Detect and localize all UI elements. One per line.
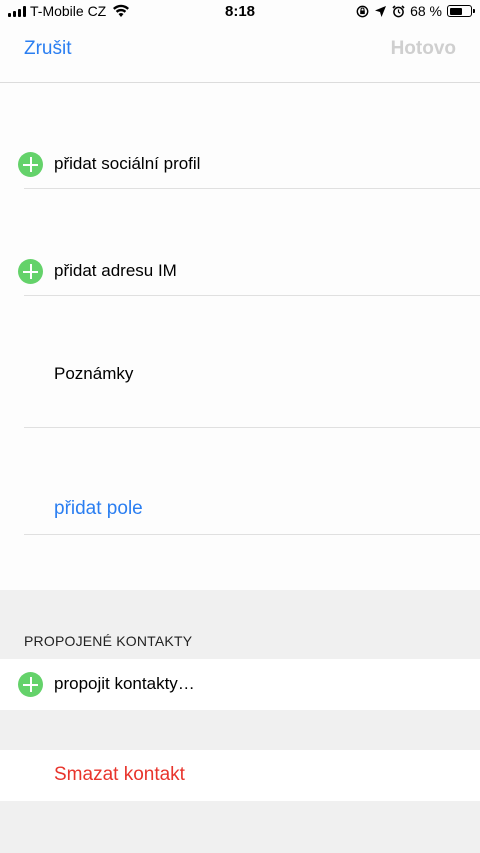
row-divider	[24, 427, 480, 428]
done-button[interactable]: Hotovo	[391, 38, 456, 60]
location-icon	[375, 5, 387, 17]
add-icon[interactable]	[18, 672, 43, 697]
row-divider	[24, 534, 480, 535]
row-divider	[24, 295, 480, 296]
status-bar: T-Mobile CZ 8:18 68 %	[0, 0, 480, 24]
cancel-button[interactable]: Zrušit	[24, 38, 72, 60]
add-im-address-label: přidat adresu IM	[54, 261, 177, 280]
add-social-profile-label: přidat sociální profil	[54, 154, 201, 173]
battery-fill	[449, 7, 463, 15]
linked-contacts-header: PROPOJENÉ KONTAKTY	[24, 633, 193, 649]
row-divider	[24, 188, 480, 189]
add-icon[interactable]	[18, 152, 43, 177]
battery-icon	[447, 5, 475, 17]
alarm-icon	[392, 4, 405, 17]
battery-percent: 68 %	[410, 3, 442, 19]
delete-contact-row[interactable]: Smazat kontakt	[0, 750, 480, 801]
add-field-button[interactable]: přidat pole	[54, 498, 143, 520]
grouped-background	[0, 590, 480, 853]
navigation-bar: Zrušit Hotovo	[0, 24, 480, 83]
link-contacts-row[interactable]: propojit kontakty…	[0, 659, 480, 710]
notes-label: Poznámky	[54, 364, 134, 383]
add-icon[interactable]	[18, 259, 43, 284]
add-im-address-row[interactable]: přidat adresu IM	[0, 246, 480, 297]
rotation-lock-icon	[356, 5, 369, 17]
delete-contact-button[interactable]: Smazat kontakt	[54, 764, 185, 786]
add-field-row[interactable]: přidat pole	[0, 484, 480, 536]
add-social-profile-row[interactable]: přidat sociální profil	[0, 140, 480, 190]
status-right: 68 %	[356, 3, 475, 19]
notes-row[interactable]: Poznámky	[0, 350, 480, 429]
link-contacts-label: propojit kontakty…	[54, 674, 195, 693]
